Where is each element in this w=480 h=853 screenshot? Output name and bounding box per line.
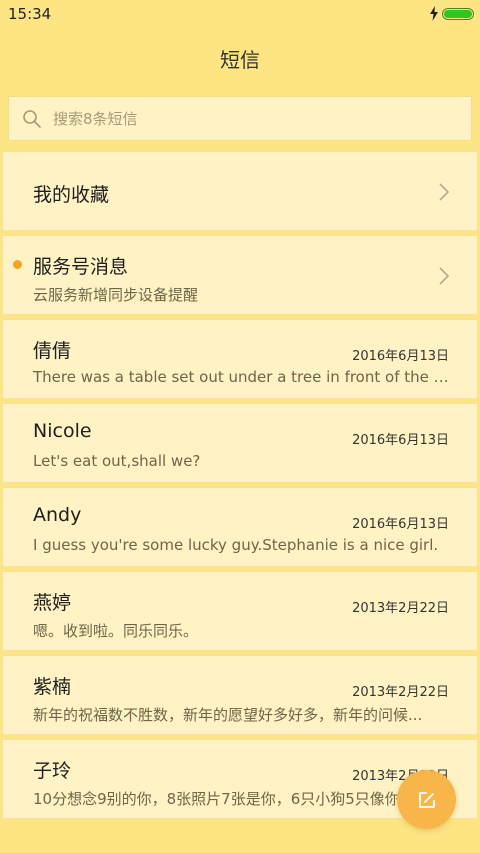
search-input[interactable] — [53, 97, 453, 140]
contact-name: Andy — [33, 504, 82, 526]
message-preview: 嗯。收到啦。同乐同乐。 — [33, 622, 199, 640]
conversation-item[interactable]: 紫楠 2013年2月22日 新年的祝福数不胜数，新年的愿望好多好多，新年的问候.… — [2, 655, 478, 735]
message-preview: 10分想念9别的你，8张照片7张是你，6只小狗5只像你... — [33, 790, 415, 808]
status-bar: 15:34 — [0, 0, 480, 28]
search-icon — [23, 110, 41, 128]
contact-name: 燕婷 — [33, 592, 72, 614]
message-date: 2016年6月13日 — [352, 433, 449, 448]
battery-icon — [442, 8, 474, 20]
chevron-right-icon — [439, 183, 450, 201]
status-time: 15:34 — [8, 5, 52, 23]
service-messages-item[interactable]: 服务号消息 云服务新增同步设备提醒 — [2, 235, 478, 315]
messages-screen: 15:34 短信 我的收藏 服务号消息 云服务新增同步设备提醒 — [0, 0, 480, 853]
conversation-item[interactable]: Andy 2016年6月13日 I guess you're some luck… — [2, 487, 478, 567]
message-preview: 新年的祝福数不胜数，新年的愿望好多好多，新年的问候... — [33, 706, 423, 724]
contact-name: Nicole — [33, 420, 92, 442]
compose-button[interactable] — [397, 770, 456, 829]
message-date: 2013年2月22日 — [352, 685, 449, 700]
service-messages-subtitle: 云服务新增同步设备提醒 — [33, 286, 199, 304]
charging-icon — [430, 6, 438, 21]
message-preview: I guess you're some lucky guy.Stephanie … — [33, 536, 439, 554]
conversation-list: 我的收藏 服务号消息 云服务新增同步设备提醒 倩倩 2016年6月13日 The… — [0, 151, 480, 823]
conversation-item[interactable]: 倩倩 2016年6月13日 There was a table set out … — [2, 319, 478, 399]
message-date: 2016年6月13日 — [352, 517, 449, 532]
contact-name: 紫楠 — [33, 676, 72, 698]
favorites-item[interactable]: 我的收藏 — [2, 151, 478, 231]
message-date: 2016年6月13日 — [352, 349, 449, 364]
unread-dot — [13, 260, 22, 269]
page-title: 短信 — [220, 48, 260, 72]
chevron-right-icon — [439, 267, 450, 285]
contact-name: 倩倩 — [33, 340, 72, 362]
message-date: 2013年2月22日 — [352, 601, 449, 616]
conversation-item[interactable]: 燕婷 2013年2月22日 嗯。收到啦。同乐同乐。 — [2, 571, 478, 651]
compose-icon — [418, 791, 435, 808]
message-preview: There was a table set out under a tree i… — [33, 368, 449, 386]
search-bar[interactable] — [8, 96, 472, 141]
favorites-title: 我的收藏 — [33, 184, 110, 206]
service-messages-title: 服务号消息 — [33, 256, 129, 278]
contact-name: 子玲 — [33, 760, 72, 782]
conversation-item[interactable]: Nicole 2016年6月13日 Let's eat out,shall we… — [2, 403, 478, 483]
message-preview: Let's eat out,shall we? — [33, 452, 201, 470]
